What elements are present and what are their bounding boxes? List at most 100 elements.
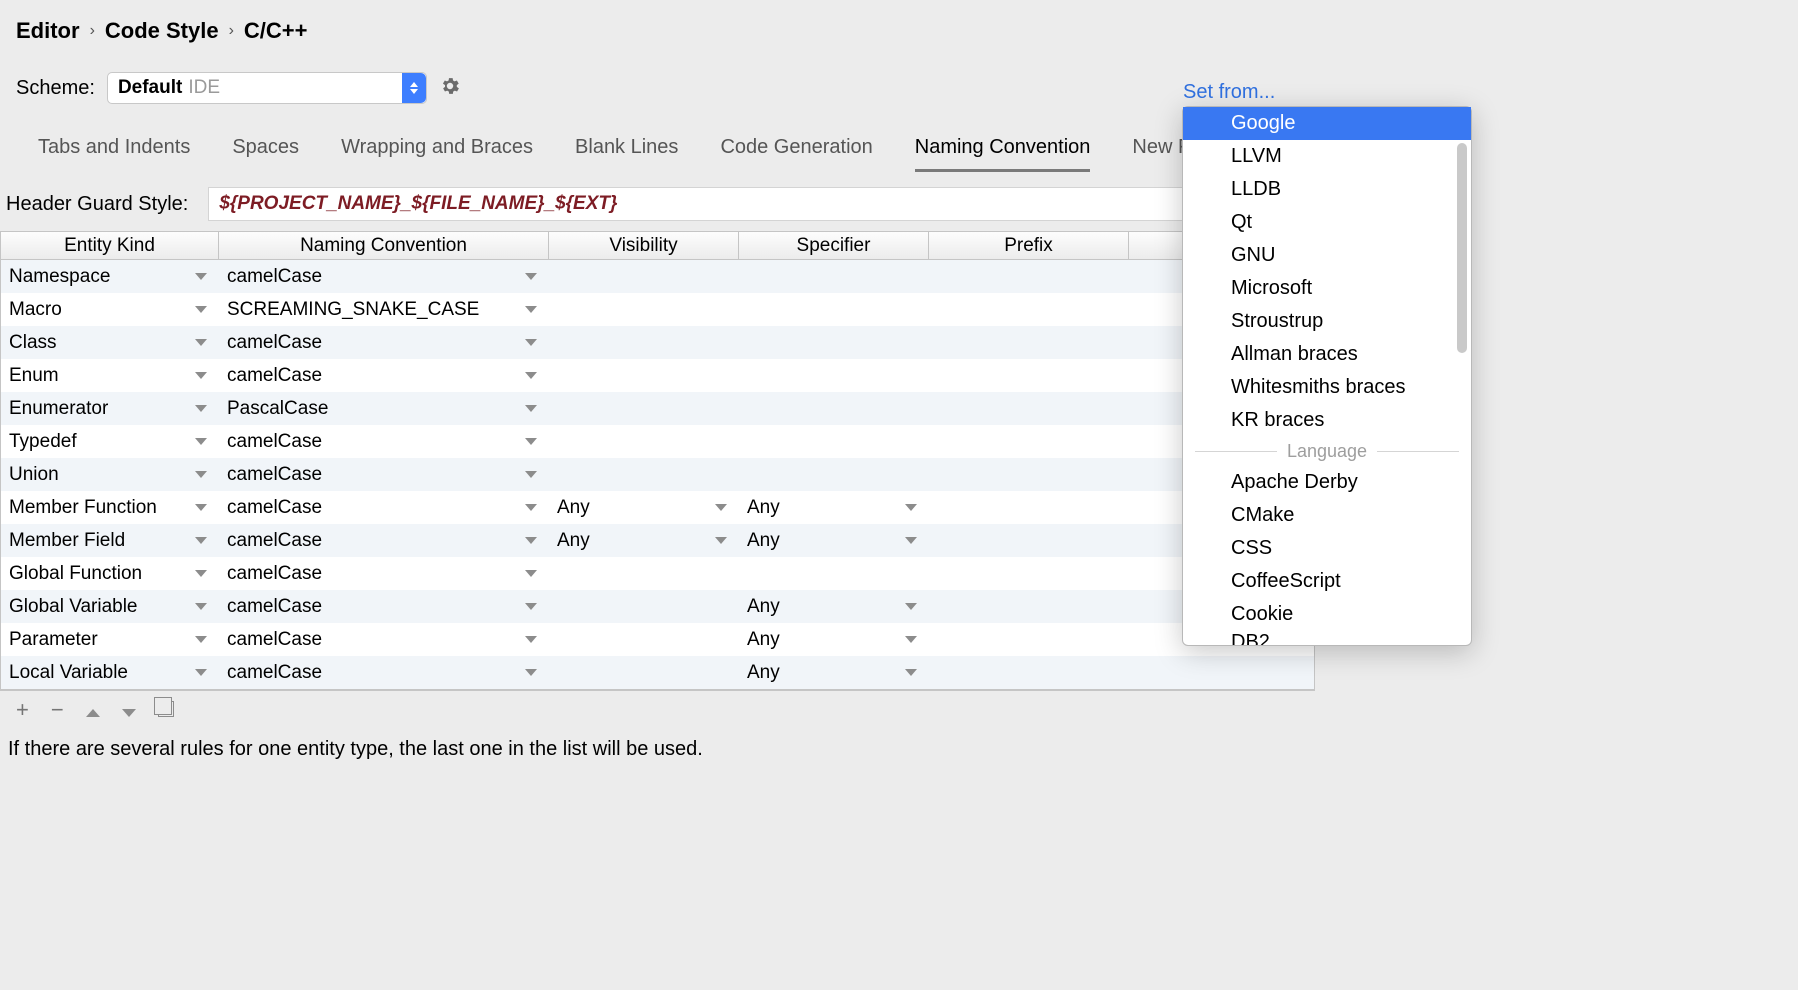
menu-item[interactable]: Stroustrup xyxy=(1183,305,1471,338)
set-from-menu[interactable]: Set from... GoogleLLVMLLDBQtGNUMicrosoft… xyxy=(1182,106,1472,646)
menu-item[interactable]: GNU xyxy=(1183,239,1471,272)
table-row[interactable]: NamespacecamelCase xyxy=(1,260,1314,293)
move-down-button[interactable] xyxy=(122,697,136,723)
cell-prefix xyxy=(929,260,1129,293)
cell-naming-convention[interactable]: camelCase xyxy=(219,524,549,557)
cell-naming-convention[interactable]: camelCase xyxy=(219,326,549,359)
col-entity-kind[interactable]: Entity Kind xyxy=(1,232,219,259)
table-row[interactable]: Global FunctioncamelCase xyxy=(1,557,1314,590)
menu-item[interactable]: CMake xyxy=(1183,499,1471,532)
menu-item[interactable]: CSS xyxy=(1183,532,1471,565)
cell-entity-kind[interactable]: Member Function xyxy=(1,491,219,524)
header-guard-input[interactable] xyxy=(208,187,1311,221)
table-row[interactable]: MacroSCREAMING_SNAKE_CASE xyxy=(1,293,1314,326)
menu-item[interactable]: KR braces xyxy=(1183,404,1471,437)
cell-naming-convention[interactable]: camelCase xyxy=(219,656,549,689)
cell-entity-kind[interactable]: Global Variable xyxy=(1,590,219,623)
menu-item[interactable]: Cookie xyxy=(1183,598,1471,631)
scheme-label: Scheme: xyxy=(16,77,95,100)
menu-item[interactable]: Whitesmiths braces xyxy=(1183,371,1471,404)
tab-naming-convention[interactable]: Naming Convention xyxy=(915,136,1091,172)
cell-entity-kind[interactable]: Enum xyxy=(1,359,219,392)
breadcrumb-language[interactable]: C/C++ xyxy=(244,18,308,44)
menu-item[interactable]: Google xyxy=(1183,107,1471,140)
updown-arrows-icon xyxy=(402,73,426,103)
tab-tabs-indents[interactable]: Tabs and Indents xyxy=(38,136,190,172)
col-specifier[interactable]: Specifier xyxy=(739,232,929,259)
chevron-down-icon xyxy=(525,438,537,445)
breadcrumb-code-style[interactable]: Code Style xyxy=(105,18,219,44)
remove-button[interactable]: − xyxy=(51,697,64,723)
menu-item[interactable]: DB2 xyxy=(1183,631,1471,645)
cell-naming-convention[interactable]: SCREAMING_SNAKE_CASE xyxy=(219,293,549,326)
cell-naming-convention[interactable]: camelCase xyxy=(219,491,549,524)
table-row[interactable]: EnumeratorPascalCase xyxy=(1,392,1314,425)
cell-naming-convention[interactable]: camelCase xyxy=(219,359,549,392)
cell-specifier xyxy=(739,260,929,293)
cell-entity-kind[interactable]: Union xyxy=(1,458,219,491)
cell-naming-convention[interactable]: camelCase xyxy=(219,425,549,458)
scrollbar-thumb[interactable] xyxy=(1457,143,1467,353)
cell-naming-convention[interactable]: PascalCase xyxy=(219,392,549,425)
menu-item[interactable]: Microsoft xyxy=(1183,272,1471,305)
table-row[interactable]: UnioncamelCase xyxy=(1,458,1314,491)
table-row[interactable]: Local VariablecamelCase Any xyxy=(1,656,1314,689)
cell-naming-convention[interactable]: camelCase xyxy=(219,557,549,590)
gear-icon[interactable] xyxy=(439,75,461,102)
set-from-link[interactable]: Set from... xyxy=(1183,81,1275,104)
cell-naming-convention[interactable]: camelCase xyxy=(219,590,549,623)
table-row[interactable]: ClasscamelCase xyxy=(1,326,1314,359)
menu-item[interactable]: CoffeeScript xyxy=(1183,565,1471,598)
cell-entity-kind[interactable]: Member Field xyxy=(1,524,219,557)
cell-specifier[interactable]: Any xyxy=(739,623,929,656)
cell-prefix xyxy=(929,656,1129,689)
cell-entity-kind[interactable]: Parameter xyxy=(1,623,219,656)
table-row[interactable]: Member FieldcamelCaseAnyAny xyxy=(1,524,1314,557)
cell-entity-kind[interactable]: Enumerator xyxy=(1,392,219,425)
tab-wrapping-braces[interactable]: Wrapping and Braces xyxy=(341,136,533,172)
breadcrumb-editor[interactable]: Editor xyxy=(16,18,80,44)
cell-naming-convention[interactable]: camelCase xyxy=(219,260,549,293)
table-row[interactable]: TypedefcamelCase xyxy=(1,425,1314,458)
cell-visibility[interactable]: Any xyxy=(549,491,739,524)
chevron-down-icon xyxy=(195,405,207,412)
col-prefix[interactable]: Prefix xyxy=(929,232,1129,259)
menu-item[interactable]: Apache Derby xyxy=(1183,466,1471,499)
menu-separator: Language xyxy=(1183,437,1471,466)
cell-entity-kind[interactable]: Class xyxy=(1,326,219,359)
menu-item[interactable]: Qt xyxy=(1183,206,1471,239)
cell-entity-kind[interactable]: Typedef xyxy=(1,425,219,458)
table-row[interactable]: ParametercamelCase Any xyxy=(1,623,1314,656)
menu-item[interactable]: LLDB xyxy=(1183,173,1471,206)
chevron-down-icon xyxy=(195,273,207,280)
cell-visibility xyxy=(549,458,739,491)
tab-spaces[interactable]: Spaces xyxy=(232,136,299,172)
cell-naming-convention[interactable]: camelCase xyxy=(219,458,549,491)
cell-entity-kind[interactable]: Global Function xyxy=(1,557,219,590)
table-row[interactable]: Member FunctioncamelCaseAnyAny xyxy=(1,491,1314,524)
scheme-dropdown[interactable]: Default IDE xyxy=(107,72,427,104)
menu-item[interactable]: LLVM xyxy=(1183,140,1471,173)
cell-prefix xyxy=(929,623,1129,656)
cell-entity-kind[interactable]: Namespace xyxy=(1,260,219,293)
cell-visibility[interactable]: Any xyxy=(549,524,739,557)
tab-code-generation[interactable]: Code Generation xyxy=(720,136,872,172)
col-visibility[interactable]: Visibility xyxy=(549,232,739,259)
table-row[interactable]: Global VariablecamelCase Any xyxy=(1,590,1314,623)
cell-specifier[interactable]: Any xyxy=(739,590,929,623)
cell-specifier[interactable]: Any xyxy=(739,656,929,689)
cell-specifier[interactable]: Any xyxy=(739,491,929,524)
copy-button[interactable] xyxy=(158,697,174,723)
cell-visibility xyxy=(549,656,739,689)
cell-entity-kind[interactable]: Local Variable xyxy=(1,656,219,689)
col-naming-convention[interactable]: Naming Convention xyxy=(219,232,549,259)
chevron-down-icon xyxy=(195,669,207,676)
cell-naming-convention[interactable]: camelCase xyxy=(219,623,549,656)
menu-item[interactable]: Allman braces xyxy=(1183,338,1471,371)
move-up-button[interactable] xyxy=(86,697,100,723)
tab-blank-lines[interactable]: Blank Lines xyxy=(575,136,678,172)
add-button[interactable]: + xyxy=(16,697,29,723)
table-row[interactable]: EnumcamelCase xyxy=(1,359,1314,392)
cell-specifier[interactable]: Any xyxy=(739,524,929,557)
cell-entity-kind[interactable]: Macro xyxy=(1,293,219,326)
